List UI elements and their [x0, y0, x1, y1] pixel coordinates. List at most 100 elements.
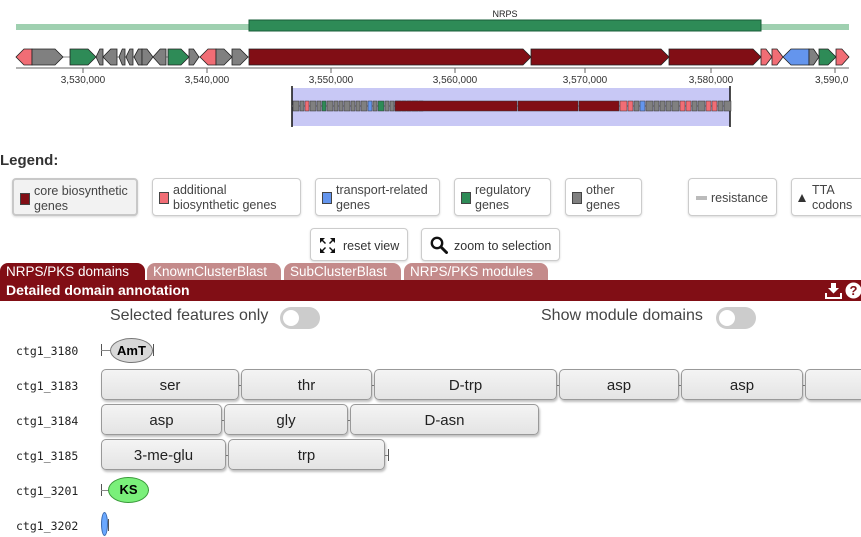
zoom-to-selection-button[interactable]: zoom to selection [421, 228, 560, 261]
domain-asp[interactable]: asp [101, 404, 222, 435]
mini-gene [697, 100, 706, 112]
legend-additional-line1: additional [173, 183, 227, 197]
gene-arrow[interactable] [530, 48, 670, 66]
cluster-overview: NRPS 3,530,000 3,540,000 3,550,000 3,560,00… [15, 9, 850, 127]
gene-arrow[interactable] [31, 48, 64, 66]
nrps-region-bar[interactable] [248, 19, 762, 32]
mini-gene [367, 100, 373, 112]
domain-trp[interactable]: trp [228, 439, 385, 470]
legend-tta-codons[interactable]: TTA codons [791, 178, 861, 216]
gene-arrow[interactable] [808, 48, 820, 66]
domain-asp[interactable]: asp [681, 369, 803, 400]
download-icon[interactable] [825, 282, 842, 299]
gene-arrow[interactable] [231, 48, 249, 66]
gene-arrow[interactable] [152, 48, 167, 66]
legend-transport-line2: genes [336, 198, 371, 212]
domain-thr[interactable]: thr [241, 369, 372, 400]
mini-gene [350, 100, 356, 112]
gene-arrow[interactable] [141, 48, 154, 66]
tab-nrps-pks-modules[interactable]: NRPS/PKS modules [404, 263, 548, 280]
transport-related-swatch [322, 192, 332, 204]
row-label-ctg1-3180: ctg1_3180 [16, 344, 79, 358]
resistance-swatch [696, 196, 707, 200]
gene-arrow[interactable] [835, 48, 850, 66]
gene-arrow[interactable] [69, 48, 97, 66]
expand-arrows-icon [320, 238, 335, 253]
gene-arrow[interactable] [818, 48, 837, 66]
legend-additional-biosynthetic[interactable]: additional biosynthetic genes [152, 178, 301, 216]
mini-gene [299, 100, 305, 112]
domain-small-oval[interactable] [101, 512, 108, 536]
help-icon[interactable]: ? [845, 282, 861, 299]
mini-gene [316, 100, 322, 112]
legend-other-line1: other [586, 183, 615, 197]
domain-d-asn[interactable]: D-asn [350, 404, 539, 435]
mini-gene [360, 100, 368, 112]
mini-gene [711, 100, 718, 112]
domain-amt[interactable]: AmT [110, 338, 153, 363]
gene-arrow[interactable] [782, 48, 810, 66]
row-label-ctg1-3183: ctg1_3183 [16, 379, 79, 393]
toggle-knob [283, 310, 299, 326]
domain-d-trp[interactable]: D-trp [374, 369, 557, 400]
mini-gene [619, 100, 628, 112]
legend-resistance[interactable]: resistance [688, 178, 777, 216]
legend-other[interactable]: other genes [565, 178, 642, 216]
legend-regulatory[interactable]: regulatory genes [454, 178, 551, 216]
domain-ser[interactable]: ser [101, 369, 239, 400]
domain-3-me-glu[interactable]: 3-me-glu [101, 439, 226, 470]
reset-view-button[interactable]: reset view [310, 228, 408, 261]
row-end-tick [108, 519, 109, 531]
legend-other-line2: genes [586, 198, 621, 212]
mini-gene [659, 100, 666, 112]
mini-gene [665, 100, 672, 112]
axis-ticks: 3,530,000 3,540,000 3,550,000 3,560,000 3,57… [61, 68, 849, 86]
row-label-ctg1-3201: ctg1_3201 [16, 484, 79, 498]
domain-next-cut-off[interactable] [805, 369, 861, 400]
domain-gly[interactable]: gly [224, 404, 348, 435]
mini-gene [705, 100, 712, 112]
gene-arrow[interactable] [771, 48, 784, 66]
gene-arrow[interactable] [125, 48, 134, 66]
domain-asp[interactable]: asp [559, 369, 679, 400]
selected-features-toggle[interactable] [280, 307, 320, 329]
tab-nrps-pks-domains[interactable]: NRPS/PKS domains [0, 263, 145, 280]
gene-arrows[interactable] [15, 48, 850, 66]
gene-arrow[interactable] [760, 48, 773, 66]
mini-gene [633, 100, 640, 112]
gene-arrow[interactable] [199, 48, 217, 66]
gene-arrow[interactable] [668, 48, 762, 66]
mini-gene [389, 100, 395, 112]
gene-arrow[interactable] [95, 48, 104, 66]
gene-arrow[interactable] [215, 48, 233, 66]
other-swatch [572, 192, 582, 204]
legend-core-line1: core biosynthetic [34, 184, 128, 198]
core-biosynthetic-swatch [20, 193, 30, 205]
row-end-tick [388, 449, 389, 461]
tab-knownclusterblast[interactable]: KnownClusterBlast [147, 263, 281, 280]
gene-arrow[interactable] [188, 48, 200, 66]
selected-features-label: Selected features only [110, 307, 269, 324]
domain-ks[interactable]: KS [108, 477, 149, 503]
gene-arrow[interactable] [248, 48, 532, 66]
additional-biosynthetic-swatch [159, 192, 169, 204]
gene-arrow[interactable] [15, 48, 33, 66]
regulatory-swatch [461, 192, 471, 204]
legend-core-biosynthetic[interactable]: core biosynthetic genes [12, 178, 138, 216]
mini-gene [384, 100, 390, 112]
row-label-ctg1-3184: ctg1_3184 [16, 414, 79, 428]
mini-gene [517, 100, 579, 112]
gene-arrow[interactable] [118, 48, 126, 66]
mini-gene [717, 100, 724, 112]
mini-gene [326, 100, 334, 112]
gene-arrow[interactable] [133, 48, 143, 66]
mini-gene [679, 100, 686, 112]
mini-gene [304, 100, 310, 112]
mini-gene [671, 100, 680, 112]
show-module-domains-toggle[interactable] [716, 307, 756, 329]
axis-tick-label: 3,590,0 [815, 75, 849, 86]
tab-subclusterblast[interactable]: SubClusterBlast [284, 263, 401, 280]
legend-transport-related[interactable]: transport-related genes [315, 178, 440, 216]
gene-arrow[interactable] [102, 48, 118, 66]
gene-arrow[interactable] [167, 48, 190, 66]
